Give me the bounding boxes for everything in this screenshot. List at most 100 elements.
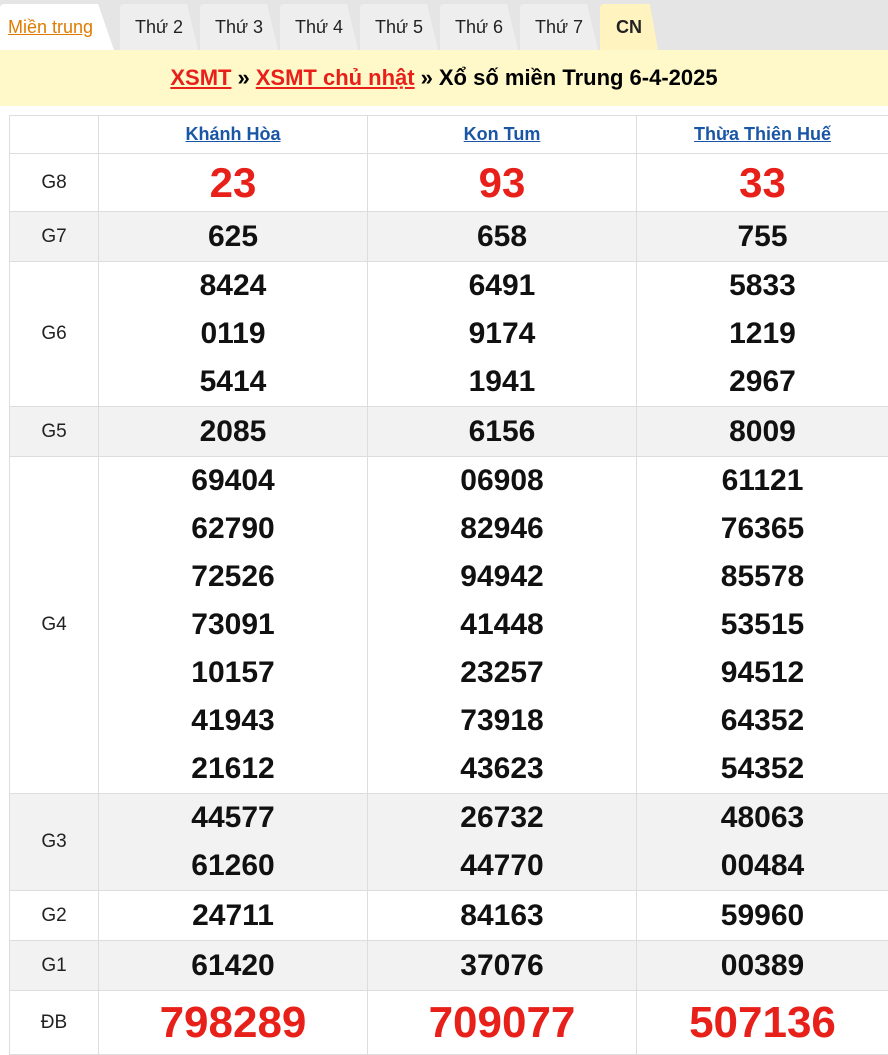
day-tabs: Miền trung Thứ 2 Thứ 3 Thứ 4 Thứ 5 Thứ 6… bbox=[0, 0, 888, 50]
prize-number: 1941 bbox=[368, 358, 636, 406]
prize-cell: 4457761260 bbox=[99, 794, 368, 891]
prize-number: 73918 bbox=[368, 697, 636, 745]
prize-cell: 507136 bbox=[637, 991, 888, 1055]
prize-number: 8424 bbox=[99, 262, 367, 310]
province-thua-thien-hue-link[interactable]: Thừa Thiên Huế bbox=[637, 116, 888, 154]
prize-label: G6 bbox=[10, 262, 99, 407]
breadcrumb-separator: » bbox=[421, 65, 433, 91]
prize-label: G5 bbox=[10, 407, 99, 457]
breadcrumb: XSMT » XSMT chủ nhật » Xổ số miền Trung … bbox=[0, 50, 888, 106]
prize-number: 798289 bbox=[99, 998, 367, 1048]
tab-cn[interactable]: CN bbox=[600, 4, 658, 50]
prize-cell: 61420 bbox=[99, 941, 368, 991]
prize-number: 48063 bbox=[637, 794, 888, 842]
table-header-row: Khánh Hòa Kon Tum Thừa Thiên Huế bbox=[10, 116, 888, 154]
results-body: G8239333G7625658755G68424011954146491917… bbox=[10, 154, 888, 1055]
prize-cell: 61121763658557853515945126435254352 bbox=[637, 457, 888, 794]
breadcrumb-xsmt-link[interactable]: XSMT bbox=[170, 65, 231, 91]
prize-cell: 69404627907252673091101574194321612 bbox=[99, 457, 368, 794]
prize-number: 26732 bbox=[368, 794, 636, 842]
prize-cell: 00389 bbox=[637, 941, 888, 991]
prize-number: 61420 bbox=[99, 942, 367, 990]
prize-number: 21612 bbox=[99, 745, 367, 793]
prize-cell: 8009 bbox=[637, 407, 888, 457]
prize-cell: 625 bbox=[99, 212, 368, 262]
prize-number: 61260 bbox=[99, 842, 367, 890]
prize-label: G7 bbox=[10, 212, 99, 262]
prize-cell: 4806300484 bbox=[637, 794, 888, 891]
prize-number: 37076 bbox=[368, 942, 636, 990]
prize-number: 44770 bbox=[368, 842, 636, 890]
prize-number: 00484 bbox=[637, 842, 888, 890]
prize-row-g4: G469404627907252673091101574194321612069… bbox=[10, 457, 888, 794]
prize-row-g3: G3445776126026732447704806300484 bbox=[10, 794, 888, 891]
tab-thu-3[interactable]: Thứ 3 bbox=[200, 4, 278, 50]
prize-number: 6156 bbox=[368, 408, 636, 456]
prize-cell: 583312192967 bbox=[637, 262, 888, 407]
prize-number: 23257 bbox=[368, 649, 636, 697]
prize-number: 44577 bbox=[99, 794, 367, 842]
results-table: Khánh Hòa Kon Tum Thừa Thiên Huế G823933… bbox=[9, 115, 888, 1055]
prize-row-g2: G2247118416359960 bbox=[10, 891, 888, 941]
prize-number: 625 bbox=[99, 213, 367, 261]
prize-number: 8009 bbox=[637, 408, 888, 456]
tab-thu-2[interactable]: Thứ 2 bbox=[120, 4, 198, 50]
prize-number: 9174 bbox=[368, 310, 636, 358]
prize-label: G1 bbox=[10, 941, 99, 991]
prize-number: 62790 bbox=[99, 505, 367, 553]
province-khanh-hoa-link[interactable]: Khánh Hòa bbox=[99, 116, 368, 154]
prize-number: 709077 bbox=[368, 998, 636, 1048]
prize-cell: 23 bbox=[99, 154, 368, 212]
prize-number: 1219 bbox=[637, 310, 888, 358]
prize-number: 69404 bbox=[99, 457, 367, 505]
prize-cell: 93 bbox=[368, 154, 637, 212]
prize-label: G8 bbox=[10, 154, 99, 212]
prize-row-db: ĐB798289709077507136 bbox=[10, 991, 888, 1055]
prize-number: 54352 bbox=[637, 745, 888, 793]
prize-label: G3 bbox=[10, 794, 99, 891]
prize-number: 06908 bbox=[368, 457, 636, 505]
prize-number: 507136 bbox=[637, 998, 888, 1048]
prize-number: 43623 bbox=[368, 745, 636, 793]
prize-label: G2 bbox=[10, 891, 99, 941]
prize-cell: 798289 bbox=[99, 991, 368, 1055]
header-empty-cell bbox=[10, 116, 99, 154]
prize-number: 94942 bbox=[368, 553, 636, 601]
prize-number: 41448 bbox=[368, 601, 636, 649]
prize-number: 658 bbox=[368, 213, 636, 261]
prize-number: 00389 bbox=[637, 942, 888, 990]
prize-cell: 37076 bbox=[368, 941, 637, 991]
prize-row-g8: G8239333 bbox=[10, 154, 888, 212]
prize-cell: 59960 bbox=[637, 891, 888, 941]
prize-row-g1: G1614203707600389 bbox=[10, 941, 888, 991]
prize-cell: 658 bbox=[368, 212, 637, 262]
prize-number: 5414 bbox=[99, 358, 367, 406]
prize-cell: 6156 bbox=[368, 407, 637, 457]
tab-thu-4[interactable]: Thứ 4 bbox=[280, 4, 358, 50]
prize-number: 94512 bbox=[637, 649, 888, 697]
tab-thu-5[interactable]: Thứ 5 bbox=[360, 4, 438, 50]
prize-label: ĐB bbox=[10, 991, 99, 1055]
prize-number: 5833 bbox=[637, 262, 888, 310]
prize-row-g6: G6842401195414649191741941583312192967 bbox=[10, 262, 888, 407]
prize-number: 41943 bbox=[99, 697, 367, 745]
prize-number: 23 bbox=[99, 159, 367, 207]
prize-number: 6491 bbox=[368, 262, 636, 310]
tab-thu-6[interactable]: Thứ 6 bbox=[440, 4, 518, 50]
prize-number: 61121 bbox=[637, 457, 888, 505]
prize-cell: 842401195414 bbox=[99, 262, 368, 407]
prize-cell: 84163 bbox=[368, 891, 637, 941]
tab-region[interactable]: Miền trung bbox=[0, 4, 114, 50]
prize-number: 84163 bbox=[368, 892, 636, 940]
prize-number: 73091 bbox=[99, 601, 367, 649]
province-kon-tum-link[interactable]: Kon Tum bbox=[368, 116, 637, 154]
prize-cell: 2085 bbox=[99, 407, 368, 457]
prize-cell: 24711 bbox=[99, 891, 368, 941]
prize-row-g5: G5208561568009 bbox=[10, 407, 888, 457]
prize-number: 72526 bbox=[99, 553, 367, 601]
tab-thu-7[interactable]: Thứ 7 bbox=[520, 4, 598, 50]
breadcrumb-xsmt-sunday-link[interactable]: XSMT chủ nhật bbox=[256, 65, 415, 91]
prize-cell: 755 bbox=[637, 212, 888, 262]
prize-number: 0119 bbox=[99, 310, 367, 358]
prize-number: 755 bbox=[637, 213, 888, 261]
